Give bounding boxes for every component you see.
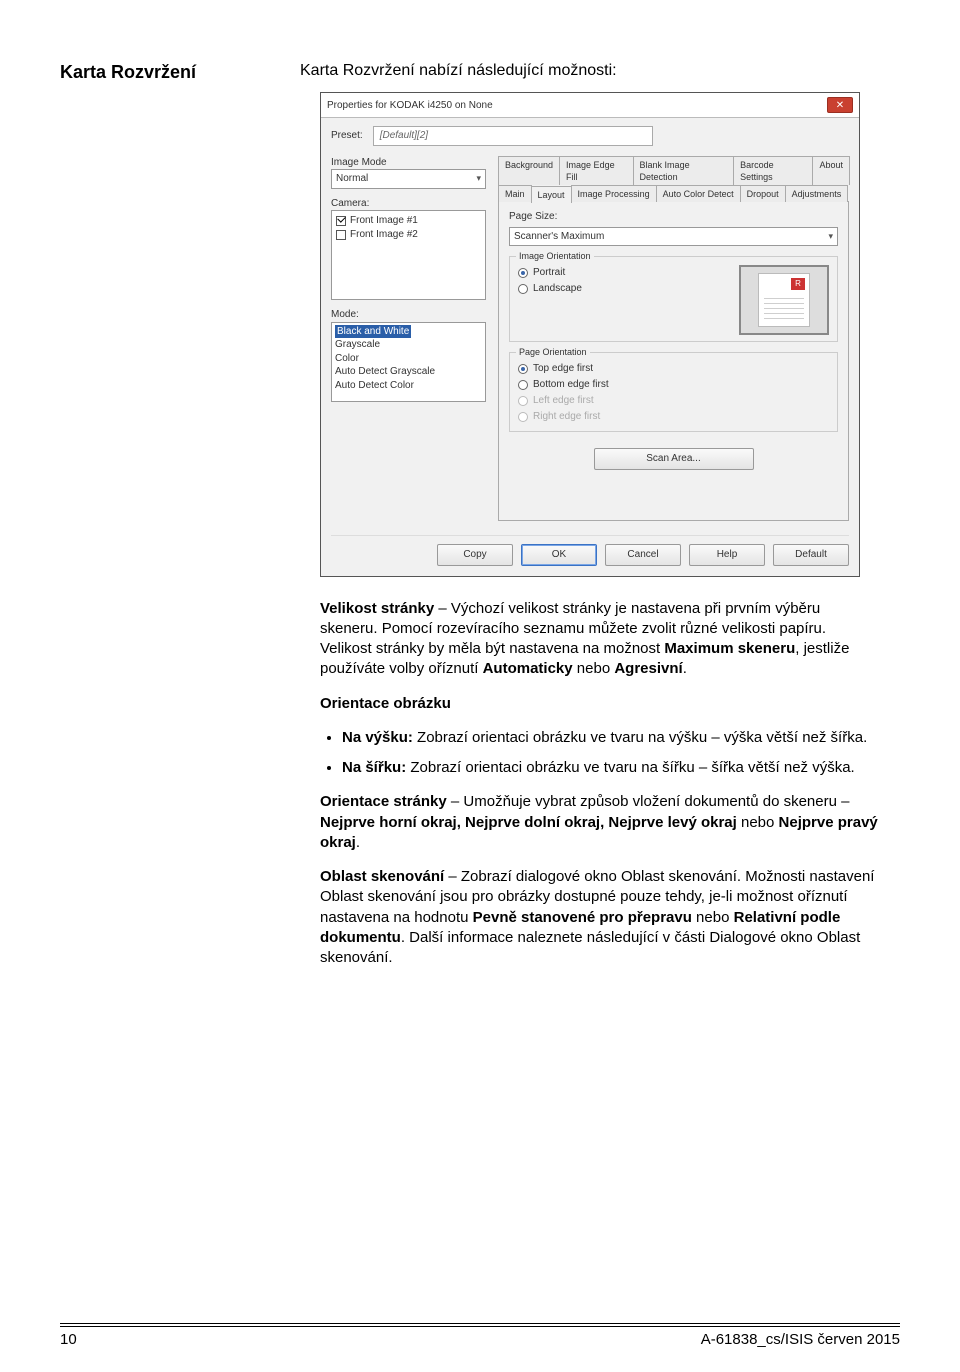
list-item: Na šířku: Zobrazí orientaci obrázku ve t… xyxy=(342,758,880,778)
list-item[interactable]: Black and White xyxy=(335,325,411,339)
body-text: Velikost stránky – Výchozí velikost strá… xyxy=(320,599,880,969)
radio-icon xyxy=(518,284,528,294)
tab-image-processing[interactable]: Image Processing xyxy=(571,185,657,202)
radio-icon xyxy=(518,380,528,390)
list-item[interactable]: Grayscale xyxy=(335,338,482,352)
preset-label: Preset: xyxy=(331,129,363,143)
cancel-button[interactable]: Cancel xyxy=(605,544,681,566)
scan-area-button[interactable]: Scan Area... xyxy=(594,448,754,470)
tab-image-edge-fill[interactable]: Image Edge Fill xyxy=(559,156,634,185)
tab-layout[interactable]: Layout xyxy=(531,186,572,203)
image-mode-label: Image Mode xyxy=(331,156,486,170)
mode-label: Mode: xyxy=(331,308,486,322)
page-size-label: Page Size: xyxy=(509,210,838,224)
camera-label: Camera: xyxy=(331,197,486,211)
checkbox-icon[interactable] xyxy=(336,216,346,226)
radio-icon xyxy=(518,412,528,422)
page-size-combo[interactable]: Scanner's Maximum xyxy=(509,227,838,247)
tab-dropout[interactable]: Dropout xyxy=(740,185,786,202)
properties-dialog: Properties for KODAK i4250 on None ✕ Pre… xyxy=(320,92,860,576)
radio-bottom-edge-first[interactable]: Bottom edge first xyxy=(518,377,829,393)
mode-list[interactable]: Black and White Grayscale Color Auto Det… xyxy=(331,322,486,402)
layout-tab-panel: Page Size: Scanner's Maximum Image Orien… xyxy=(498,201,849,521)
term-page-orientation: Orientace stránky xyxy=(320,793,447,810)
radio-right-edge-first: Right edge first xyxy=(518,409,829,425)
list-item[interactable]: Auto Detect Color xyxy=(335,379,482,393)
radio-landscape[interactable]: Landscape xyxy=(518,281,582,297)
tab-blank-image-detection[interactable]: Blank Image Detection xyxy=(633,156,735,185)
tab-barcode-settings[interactable]: Barcode Settings xyxy=(733,156,813,185)
list-item: Na výšku: Zobrazí orientaci obrázku ve t… xyxy=(342,728,880,748)
term-image-orientation: Orientace obrázku xyxy=(320,695,451,712)
list-item[interactable]: Front Image #1 xyxy=(336,214,481,228)
preset-combo[interactable]: [Default][2] xyxy=(373,126,653,146)
radio-left-edge-first: Left edge first xyxy=(518,393,829,409)
term-page-size: Velikost stránky xyxy=(320,600,434,617)
image-orientation-group: Image Orientation Portrait Landscape R xyxy=(509,256,838,342)
term-scan-area: Oblast skenování xyxy=(320,868,444,885)
radio-icon xyxy=(518,396,528,406)
tab-adjustments[interactable]: Adjustments xyxy=(785,185,849,202)
copy-button[interactable]: Copy xyxy=(437,544,513,566)
list-item[interactable]: Color xyxy=(335,352,482,366)
page-number: 10 xyxy=(60,1330,77,1350)
page-orientation-group: Page Orientation Top edge first Bottom e… xyxy=(509,352,838,432)
camera-list[interactable]: Front Image #1 Front Image #2 xyxy=(331,210,486,300)
list-item[interactable]: Auto Detect Grayscale xyxy=(335,365,482,379)
image-mode-combo[interactable]: Normal xyxy=(331,169,486,189)
help-button[interactable]: Help xyxy=(689,544,765,566)
radio-portrait[interactable]: Portrait xyxy=(518,265,582,281)
ok-button[interactable]: OK xyxy=(521,544,597,566)
tab-about[interactable]: About xyxy=(812,156,850,185)
section-heading-right: Karta Rozvržení nabízí následující možno… xyxy=(300,60,900,82)
radio-icon xyxy=(518,268,528,278)
preview-badge-icon: R xyxy=(791,278,805,290)
default-button[interactable]: Default xyxy=(773,544,849,566)
footer-id: A-61838_cs/ISIS červen 2015 xyxy=(701,1330,900,1350)
image-orientation-label: Image Orientation xyxy=(516,250,594,262)
radio-top-edge-first[interactable]: Top edge first xyxy=(518,361,829,377)
checkbox-icon[interactable] xyxy=(336,230,346,240)
list-item[interactable]: Front Image #2 xyxy=(336,228,481,242)
page-orientation-label: Page Orientation xyxy=(516,346,590,358)
tab-background[interactable]: Background xyxy=(498,156,560,185)
dialog-title: Properties for KODAK i4250 on None xyxy=(327,99,827,113)
orientation-preview: R xyxy=(739,265,829,335)
radio-icon xyxy=(518,364,528,374)
section-heading-left: Karta Rozvržení xyxy=(60,60,260,84)
tab-auto-color-detect[interactable]: Auto Color Detect xyxy=(656,185,741,202)
tab-main[interactable]: Main xyxy=(498,185,532,202)
close-icon[interactable]: ✕ xyxy=(827,97,853,113)
